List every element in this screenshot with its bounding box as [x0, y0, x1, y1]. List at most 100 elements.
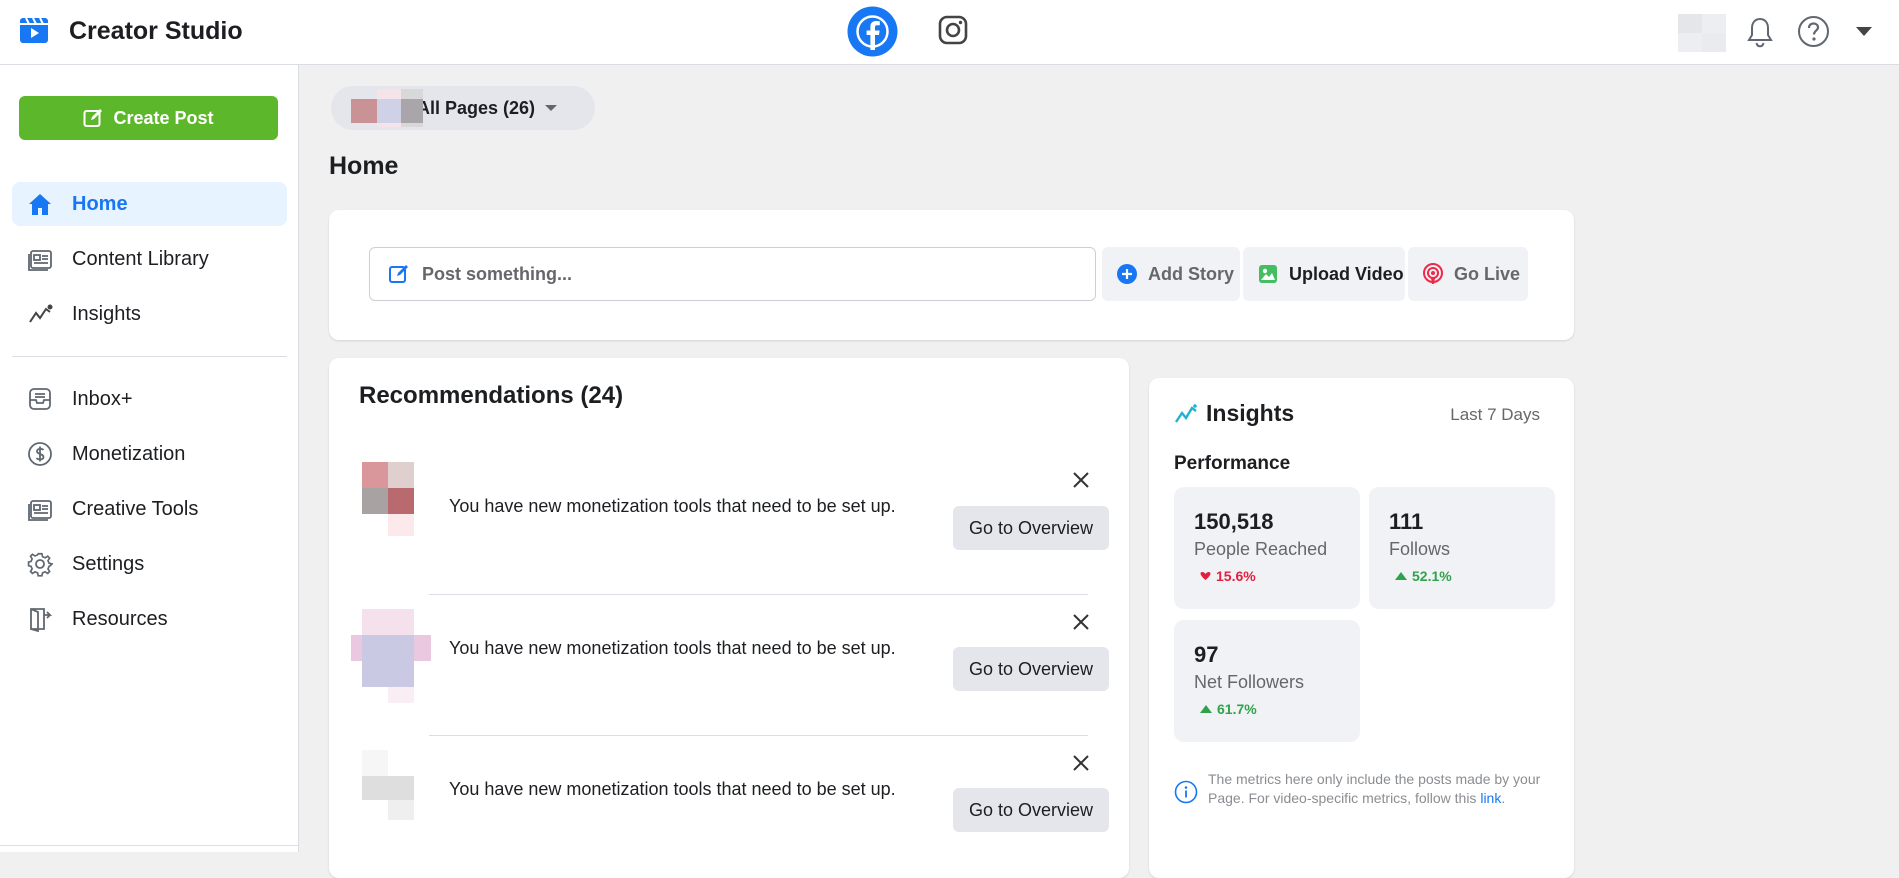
facebook-icon: [847, 6, 898, 57]
page-title: Home: [329, 152, 399, 180]
metric-change: 15.6%: [1200, 568, 1256, 584]
metric-people-reached[interactable]: 150,518 People Reached 15.6%: [1174, 487, 1360, 609]
inbox-icon: [26, 385, 54, 413]
sidebar-item-inbox[interactable]: Inbox+: [12, 377, 287, 421]
brand[interactable]: Creator Studio: [19, 14, 243, 49]
top-bar: Creator Studio: [0, 0, 1899, 65]
sidebar-item-monetization[interactable]: Monetization: [12, 432, 287, 476]
sidebar-item-resources[interactable]: Resources: [12, 597, 287, 641]
library-icon: [26, 245, 54, 273]
recommendation-text: You have new monetization tools that nee…: [449, 779, 896, 799]
heart-down-icon: [1200, 572, 1211, 580]
composer-card: Add Story Upload Video Go Live: [329, 210, 1574, 340]
arrow-up-icon: [1200, 705, 1212, 713]
help-icon: [1798, 16, 1829, 47]
go-to-overview-button[interactable]: Go to Overview: [953, 788, 1109, 832]
metrics-note-link[interactable]: link: [1480, 790, 1501, 806]
help-button[interactable]: [1797, 15, 1830, 53]
go-to-overview-button[interactable]: Go to Overview: [953, 506, 1109, 550]
upload-video-button[interactable]: Upload Video: [1243, 247, 1405, 301]
date-range-selector[interactable]: Last 7 Days: [1450, 405, 1540, 425]
performance-heading: Performance: [1174, 453, 1291, 474]
recommendation-thumbnail: [349, 595, 431, 705]
instagram-tab[interactable]: [937, 14, 969, 46]
upload-video-label: Upload Video: [1289, 263, 1404, 284]
create-post-label: Create Post: [113, 107, 214, 128]
post-input[interactable]: [420, 262, 1064, 286]
plus-circle-icon: [1116, 263, 1138, 285]
insights-icon: [26, 300, 54, 328]
list-item: You have new monetization tools that nee…: [349, 595, 1109, 736]
insights-title: Insights: [1206, 400, 1295, 426]
account-menu-button[interactable]: [1855, 24, 1873, 42]
metric-follows[interactable]: 111 Follows 52.1%: [1369, 487, 1555, 609]
go-to-overview-button[interactable]: Go to Overview: [953, 647, 1109, 691]
sidebar-item-settings[interactable]: Settings: [12, 542, 287, 586]
photo-video-icon: [1257, 263, 1279, 285]
sidebar-item-label: Insights: [72, 302, 141, 325]
dollar-icon: [26, 440, 54, 468]
list-item: You have new monetization tools that nee…: [349, 454, 1109, 595]
metrics-note-text: The metrics here only include the posts …: [1208, 771, 1541, 806]
create-post-button[interactable]: Create Post: [19, 96, 278, 140]
metric-label: People Reached: [1194, 539, 1328, 559]
sidebar-item-label: Inbox+: [72, 387, 133, 410]
sidebar-item-label: Resources: [72, 607, 168, 630]
recommendation-text: You have new monetization tools that nee…: [449, 496, 896, 516]
insights-card: Insights Last 7 Days Performance 150,518…: [1149, 378, 1574, 878]
bell-icon: [1747, 17, 1773, 48]
insights-header: Insights: [1174, 400, 1294, 427]
caret-down-icon: [1856, 27, 1872, 36]
add-story-button[interactable]: Add Story: [1102, 247, 1240, 301]
metric-change: 61.7%: [1200, 701, 1257, 717]
edit-icon: [83, 109, 103, 127]
info-icon: [1174, 780, 1198, 804]
post-input-box[interactable]: [369, 247, 1096, 301]
recommendation-thumbnail: [349, 456, 431, 566]
sidebar-item-insights[interactable]: Insights: [12, 292, 287, 336]
recommendations-card: Recommendations (24) You have new moneti…: [329, 358, 1129, 878]
close-icon[interactable]: [1066, 607, 1096, 637]
sidebar-item-label: Monetization: [72, 442, 186, 465]
sidebar-item-label: Content Library: [72, 247, 209, 270]
add-story-label: Add Story: [1148, 263, 1235, 284]
metric-value: 150,518: [1194, 509, 1274, 534]
home-icon: [26, 190, 54, 218]
sidebar-item-content-library[interactable]: Content Library: [12, 237, 287, 281]
sidebar-item-label: Home: [72, 192, 128, 215]
recommendation-text: You have new monetization tools that nee…: [449, 638, 896, 658]
metric-label: Follows: [1389, 539, 1451, 559]
notifications-button[interactable]: [1745, 16, 1775, 53]
page-thumbnails: [341, 89, 441, 127]
insights-icon: [1175, 403, 1197, 423]
avatar[interactable]: [1678, 14, 1726, 52]
sidebar-item-label: Settings: [72, 552, 145, 575]
metric-net-followers[interactable]: 97 Net Followers 61.7%: [1174, 620, 1360, 742]
metric-change: 52.1%: [1395, 568, 1452, 584]
sidebar-divider: [12, 356, 287, 357]
sidebar-bottom-divider: [0, 845, 299, 846]
go-live-label: Go Live: [1454, 263, 1521, 284]
arrow-up-icon: [1395, 572, 1407, 580]
sidebar-item-home[interactable]: Home: [12, 182, 287, 226]
sidebar-item-label: Creative Tools: [72, 497, 199, 520]
list-item: You have new monetization tools that nee…: [349, 736, 1109, 877]
close-icon[interactable]: [1066, 465, 1096, 495]
sidebar: Create Post Home Content Library Insight…: [0, 65, 299, 852]
settings-icon: [26, 550, 54, 578]
page-selector[interactable]: All Pages (26): [331, 86, 595, 130]
metric-label: Net Followers: [1194, 672, 1305, 692]
creator-studio-logo-icon: [19, 14, 49, 49]
recommendation-thumbnail: [349, 736, 431, 846]
live-icon: [1422, 263, 1444, 285]
metrics-note: The metrics here only include the posts …: [1174, 770, 1554, 808]
sidebar-item-creative-tools[interactable]: Creative Tools: [12, 487, 287, 531]
recommendations-title: Recommendations (24): [359, 382, 624, 409]
edit-icon: [389, 265, 408, 283]
creative-tools-icon: [26, 495, 54, 523]
metric-value: 97: [1194, 642, 1219, 667]
go-live-button[interactable]: Go Live: [1408, 247, 1528, 301]
app-title: Creator Studio: [69, 17, 243, 45]
close-icon[interactable]: [1066, 748, 1096, 778]
facebook-tab[interactable]: [847, 6, 898, 57]
